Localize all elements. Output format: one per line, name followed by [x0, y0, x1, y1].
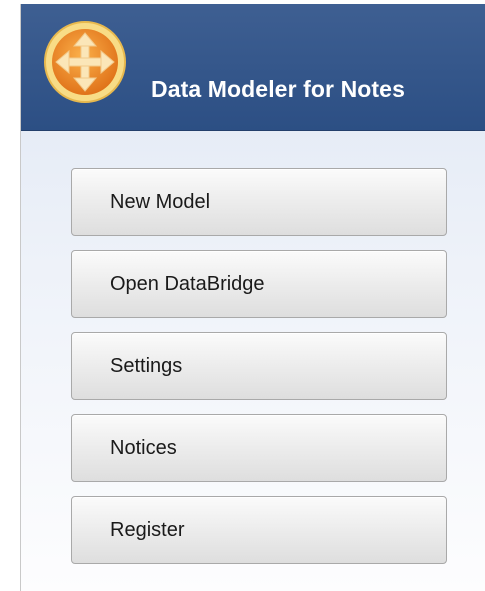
header-banner: Data Modeler for Notes [21, 4, 485, 131]
settings-button[interactable]: Settings [71, 332, 447, 400]
four-way-arrows-icon [44, 21, 126, 103]
app-title: Data Modeler for Notes [151, 76, 405, 102]
open-databridge-label: Open DataBridge [110, 273, 265, 295]
start-panel: Data Modeler for Notes New Model Open Da… [20, 4, 485, 591]
new-model-button[interactable]: New Model [71, 168, 447, 236]
new-model-label: New Model [110, 191, 211, 213]
app-window: Data Modeler for Notes New Model Open Da… [0, 0, 485, 591]
settings-label: Settings [110, 355, 183, 377]
notices-button[interactable]: Notices [71, 414, 447, 482]
main-menu: New Model Open DataBridge Settings Notic… [71, 168, 447, 578]
open-databridge-button[interactable]: Open DataBridge [71, 250, 447, 318]
register-label: Register [110, 519, 185, 541]
register-button[interactable]: Register [71, 496, 447, 564]
notices-label: Notices [110, 437, 177, 459]
